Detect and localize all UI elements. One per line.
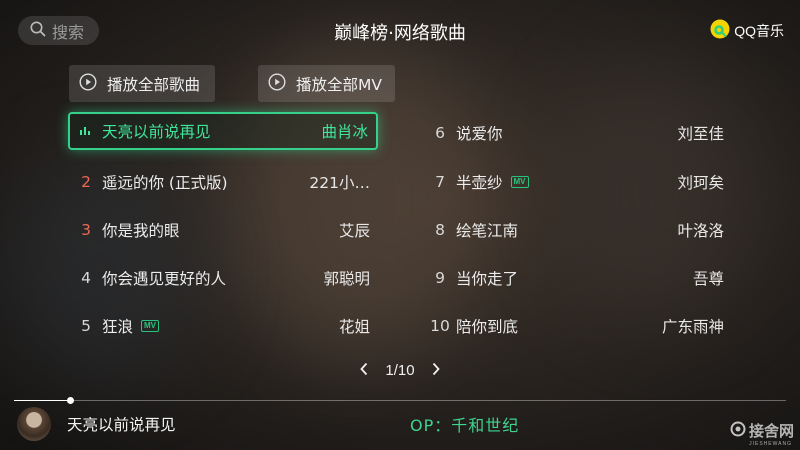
song-rank: 9 — [435, 269, 445, 287]
album-cover — [17, 407, 51, 441]
play-circle-icon — [268, 72, 286, 95]
song-artist: 曲肖冰 — [321, 123, 368, 141]
song-row[interactable]: 2 遥远的你 (正式版) 221小… — [70, 163, 370, 201]
qq-music-logo-icon — [710, 19, 730, 43]
brand-name: QQ音乐 — [734, 23, 784, 39]
progress-knob[interactable] — [67, 397, 75, 404]
song-title: 天亮以前说再见 — [102, 123, 211, 141]
song-rank: 8 — [435, 221, 445, 239]
song-title: 绘笔江南 — [456, 222, 519, 240]
now-playing-title: 天亮以前说再见 — [67, 416, 176, 434]
song-rank: 7 — [435, 173, 445, 191]
playback-progress-bar[interactable] — [14, 397, 786, 404]
progress-fill — [14, 400, 71, 401]
now-playing-equalizer-icon — [70, 122, 102, 140]
song-title: 半壶纱 — [456, 174, 503, 192]
song-rank: 5 — [81, 317, 91, 335]
song-artist: 广东雨神 — [661, 318, 724, 336]
play-circle-icon — [79, 72, 97, 95]
song-title: 当你走了 — [456, 270, 519, 288]
song-row[interactable]: 天亮以前说再见 曲肖冰 — [68, 112, 378, 150]
song-title: 遥远的你 (正式版) — [102, 174, 228, 192]
play-all-mv-label: 播放全部MV — [296, 75, 382, 94]
mv-badge: MV — [141, 320, 160, 332]
song-artist: 吾尊 — [692, 270, 724, 288]
song-title: 陪你到底 — [456, 318, 519, 336]
song-title: 你是我的眼 — [102, 222, 180, 240]
watermark: 接舍网 — [730, 420, 794, 441]
song-rank: 2 — [81, 173, 91, 191]
play-all-songs-label: 播放全部歌曲 — [107, 75, 201, 94]
song-row[interactable]: 6 说爱你 刘至佳 — [424, 114, 724, 152]
now-playing-info: OP：千和世纪 — [410, 416, 520, 435]
song-row[interactable]: 9 当你走了 吾尊 — [424, 259, 724, 297]
song-title: 你会遇见更好的人 — [102, 270, 227, 288]
watermark-text: 接舍网 — [748, 422, 794, 440]
next-page-chevron-icon[interactable] — [431, 361, 441, 380]
play-all-mv-button[interactable]: 播放全部MV — [258, 65, 395, 102]
song-title: 说爱你 — [456, 125, 503, 143]
song-artist: 刘至佳 — [677, 125, 724, 143]
song-artist: 艾辰 — [338, 222, 370, 240]
song-row[interactable]: 7 半壶纱 MV 刘珂矣 — [424, 163, 724, 201]
watermark-logo-icon — [730, 421, 746, 441]
mv-badge: MV — [510, 176, 529, 188]
song-artist: 花姐 — [338, 318, 370, 336]
song-rank: 4 — [81, 269, 91, 287]
song-rank: 6 — [435, 124, 445, 142]
song-rank: 3 — [81, 221, 91, 239]
song-row[interactable]: 5 狂浪 MV 花姐 — [70, 307, 370, 345]
previous-page-chevron-icon[interactable] — [359, 361, 369, 380]
song-artist: 叶洛洛 — [677, 222, 724, 240]
watermark-subtext: JIESHEWANG — [749, 441, 792, 447]
song-row[interactable]: 10 陪你到底 广东雨神 — [424, 307, 724, 345]
song-row[interactable]: 4 你会遇见更好的人 郭聪明 — [70, 259, 370, 297]
song-row[interactable]: 3 你是我的眼 艾辰 — [70, 211, 370, 249]
brand-logo: QQ音乐 — [710, 19, 784, 43]
song-artist: 刘珂矣 — [677, 174, 724, 192]
song-artist: 郭聪明 — [323, 270, 370, 288]
play-all-songs-button[interactable]: 播放全部歌曲 — [69, 65, 215, 102]
pagination: 1/10 — [0, 361, 800, 380]
page-indicator: 1/10 — [385, 362, 415, 379]
song-rank: 10 — [430, 317, 450, 335]
song-title: 狂浪 — [102, 318, 134, 336]
page-title: 巅峰榜·网络歌曲 — [334, 23, 466, 44]
song-row[interactable]: 8 绘笔江南 叶洛洛 — [424, 211, 724, 249]
song-artist: 221小… — [309, 174, 370, 192]
